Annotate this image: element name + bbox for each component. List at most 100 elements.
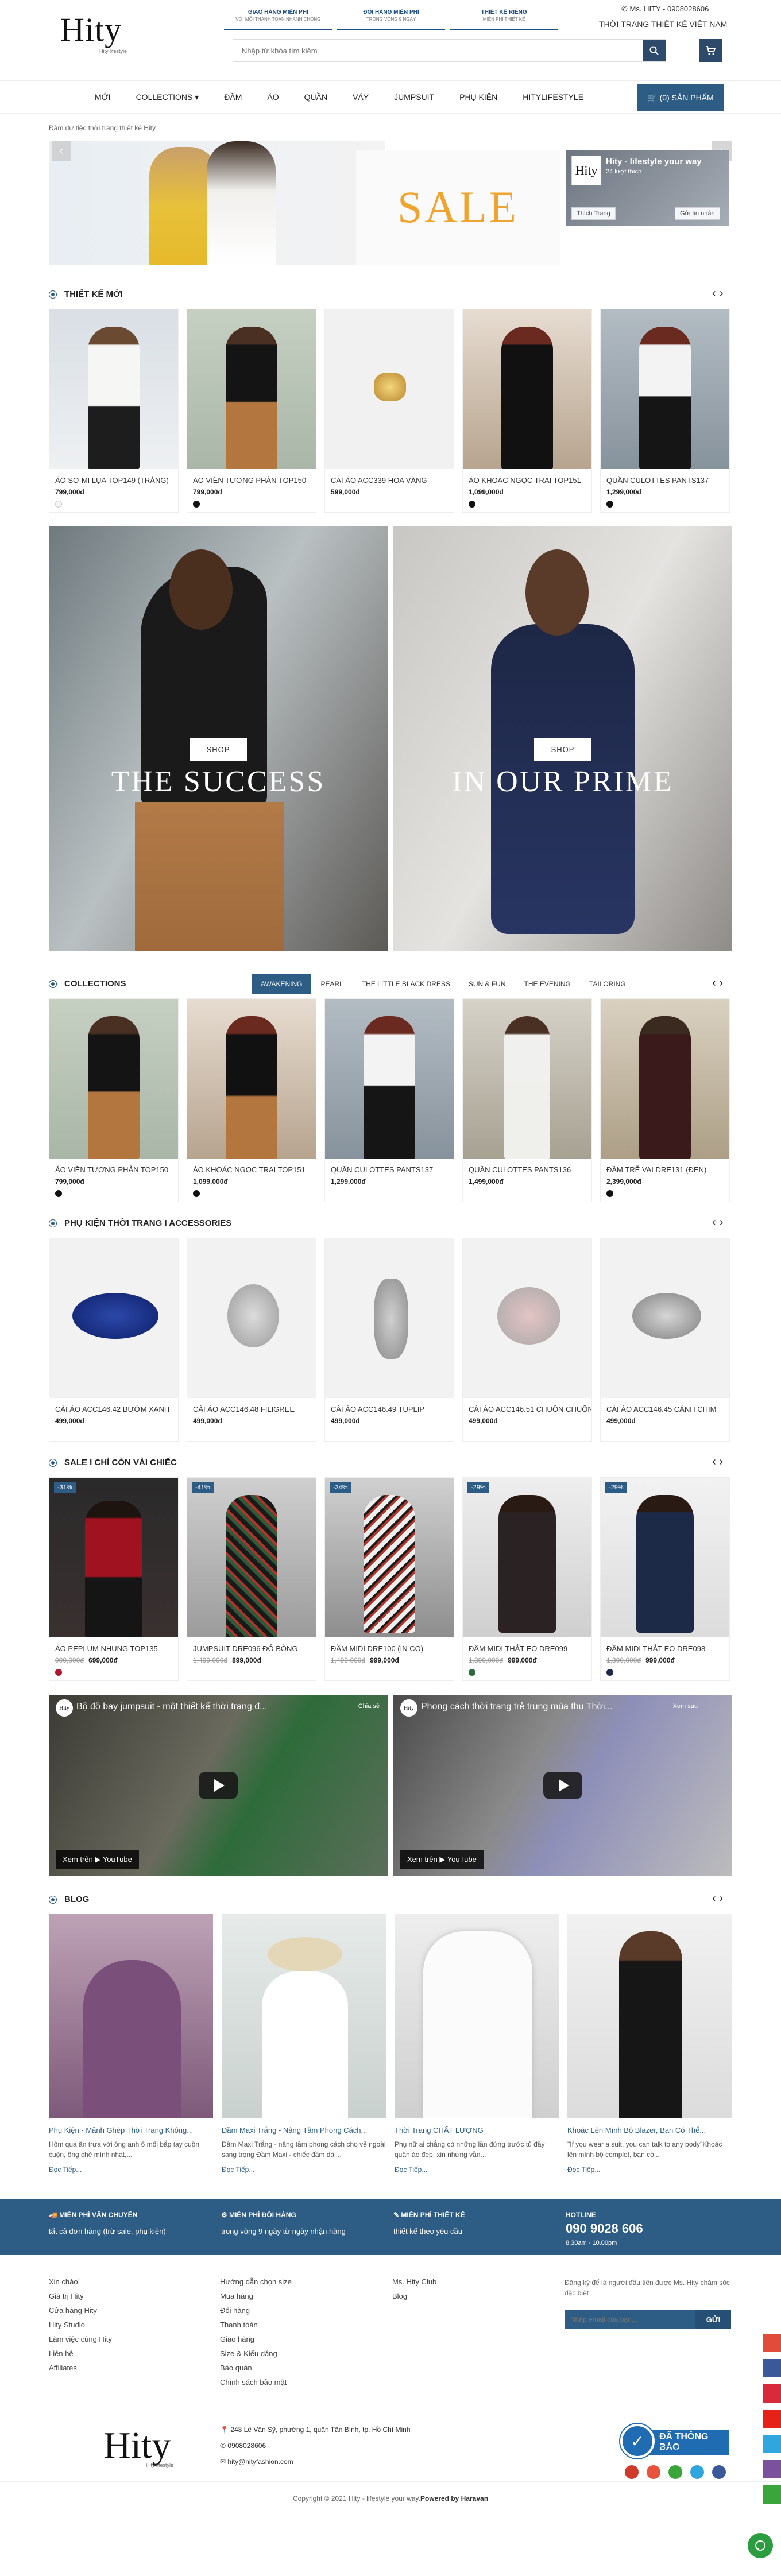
product-card[interactable]: ÁO SƠ MI LỤA TOP149 (TRẮNG) 799,000đ [49,309,179,513]
product-card[interactable]: -41% JUMPSUIT DRE096 ĐỎ BÔNG 1,499,000đ 8… [187,1477,316,1681]
footer-link[interactable]: Liên hệ [49,2349,112,2358]
ministry-badge[interactable]: ĐÃ THÔNG BÁO ✓ BỘ CÔNG THƯƠNG [620,2424,729,2459]
read-more-link[interactable]: Đọc Tiếp... [567,2166,732,2174]
color-swatch[interactable] [606,501,613,508]
product-name[interactable]: ĐẦM TRỄ VAI DRE131 (ĐEN) [601,1159,729,1176]
product-image[interactable]: -31% [49,1478,178,1637]
shop-button[interactable]: SHOP [534,738,591,761]
product-image[interactable] [187,309,316,469]
product-image[interactable]: -29% [601,1478,729,1637]
footer-link[interactable]: Hity Studio [49,2321,112,2329]
carousel-arrows[interactable]: ‹› [712,287,726,300]
hero-banner[interactable]: Đầm dự tiệc thời trang thiết kế Hity SAL… [0,124,781,273]
product-card[interactable]: CÀI ÁO ACC146.45 CÁNH CHIM 499,000đ [600,1238,730,1442]
product-name[interactable]: CÀI ÁO ACC146.42 BƯỚM XANH [49,1398,178,1416]
service-hotline[interactable]: HOTLINE 090 9028 606 8.30am - 10.00pm [566,2211,643,2246]
tab-little-black-dress[interactable]: THE LITTLE BLACK DRESS [353,974,459,994]
channel-avatar[interactable]: Hity [56,1699,73,1717]
product-image[interactable] [601,1238,729,1398]
carousel-arrows[interactable]: ‹› [712,1455,726,1469]
nav-item-dresses[interactable]: ĐẦM [224,92,242,102]
tab-the-evening[interactable]: THE EVENING [515,974,580,994]
carousel-arrows[interactable]: ‹› [712,977,726,990]
product-name[interactable]: QUẦN CULOTTES PANTS137 [601,469,729,487]
product-image[interactable]: -41% [187,1478,316,1637]
product-card[interactable]: CÀI ÁO ACC146.48 FILIGREE 499,000đ [187,1238,316,1442]
tab-sun-fun[interactable]: SUN & FUN [459,974,515,994]
nav-item-jumpsuit[interactable]: JUMPSUIT [394,92,434,102]
search-input[interactable] [233,40,635,61]
product-card[interactable]: CÀI ÁO ACC339 HOA VÀNG 599,000đ [324,309,454,513]
channel-avatar[interactable]: Hity [400,1699,417,1717]
product-name[interactable]: ÁO KHOÁC NGỌC TRAI TOP151 [463,469,591,487]
read-more-link[interactable]: Đọc Tiếp... [49,2166,213,2174]
play-icon[interactable] [543,1771,582,1799]
watch-on-youtube[interactable]: Xem trên ▶ YouTube [56,1850,139,1869]
search-button[interactable] [643,40,666,61]
video-jumpsuit[interactable]: Hity Bộ đồ bay jumpsuit - một thiết kế t… [49,1695,388,1876]
product-card[interactable]: CÀI ÁO ACC146.42 BƯỚM XANH 499,000đ [49,1238,179,1442]
footer-link[interactable]: Size & Kiểu dáng [220,2349,292,2358]
youtube-icon[interactable] [625,2465,639,2479]
product-card[interactable]: -31% ÁO PEPLUM NHUNG TOP135 999,000đ 699,… [49,1477,179,1681]
footer-link[interactable]: Làm việc cùng Hity [49,2335,112,2343]
pinterest-icon[interactable] [668,2465,682,2479]
product-card[interactable]: QUẦN CULOTTES PANTS137 1,299,000đ [324,998,454,1202]
product-name[interactable]: ĐẦM MIDI THẮT EO DRE099 [463,1637,591,1655]
nav-item-tops[interactable]: ÁO [267,92,279,102]
play-icon[interactable] [199,1771,238,1799]
blog-title[interactable]: Khoác Lên Mình Bộ Blazer, Bạn Có Thể... [567,2126,732,2135]
footer-link[interactable]: Hướng dẫn chọn size [220,2277,292,2286]
product-card[interactable]: -29% ĐẦM MIDI THẮT EO DRE098 1,399,000đ 9… [600,1477,730,1681]
product-name[interactable]: JUMPSUIT DRE096 ĐỎ BÔNG [187,1637,316,1655]
product-name[interactable]: CÀI ÁO ACC146.51 CHUỒN CHUỒN [463,1398,591,1416]
video-title[interactable]: Phong cách thời trang trẻ trung mùa thu … [421,1702,662,1712]
footer-link[interactable]: Affiliates [49,2364,112,2372]
footer-link[interactable]: Mua hàng [220,2292,292,2300]
fb-page-name[interactable]: Hity - lifestyle your way [606,157,702,166]
blog-post[interactable]: Thời Trang CHẤT LƯỢNG Phụ nữ ai chẳng có… [395,1914,559,2174]
product-card[interactable]: -29% ĐẦM MIDI THẮT EO DRE099 1,399,000đ 9… [462,1477,592,1681]
footer-link[interactable]: Cửa hàng Hity [49,2306,112,2315]
facebook-icon[interactable] [763,2359,781,2377]
blog-post[interactable]: Khoác Lên Mình Bộ Blazer, Bạn Có Thể... … [567,1914,732,2174]
product-image[interactable] [463,1238,591,1398]
product-card[interactable]: -34% ĐẦM MIDI DRE100 (IN CỌ) 1,499,000đ 9… [324,1477,454,1681]
blog-image[interactable] [395,1914,559,2118]
footer-link[interactable]: Chính sách bảo mật [220,2378,292,2387]
google-plus-icon[interactable] [647,2465,660,2479]
footer-link[interactable]: Ms. Hity Club [392,2277,436,2286]
product-card[interactable]: CÀI ÁO ACC146.51 CHUỒN CHUỒN 499,000đ [462,1238,592,1442]
chat-button[interactable] [748,2533,773,2558]
product-image[interactable] [49,309,178,469]
blog-image[interactable] [567,1914,732,2118]
video-autumn-style[interactable]: Hity Phong cách thời trang trẻ trung mùa… [393,1695,732,1876]
pinterest-icon[interactable] [763,2384,781,2403]
product-card[interactable]: QUẦN CULOTTES PANTS137 1,299,000đ [600,309,730,513]
promo-the-success[interactable]: SHOP THE SUCCESS [49,526,388,951]
product-card[interactable]: ĐẦM TRỄ VAI DRE131 (ĐEN) 2,399,000đ [600,998,730,1202]
product-name[interactable]: ĐẦM MIDI THẮT EO DRE098 [601,1637,729,1655]
product-name[interactable]: ÁO SƠ MI LỤA TOP149 (TRẮNG) [49,469,178,487]
color-swatch[interactable] [469,1669,475,1676]
color-swatch[interactable] [55,1190,62,1197]
product-image[interactable] [49,1238,178,1398]
product-image[interactable] [325,1238,454,1398]
color-swatch[interactable] [55,1669,62,1676]
product-name[interactable]: QUẦN CULOTTES PANTS137 [325,1159,454,1176]
product-image[interactable]: -29% [463,1478,591,1637]
color-swatch[interactable] [193,501,200,508]
blog-title[interactable]: Thời Trang CHẤT LƯỢNG [395,2126,559,2135]
google-plus-icon[interactable] [763,2334,781,2352]
blog-title[interactable]: Đầm Maxi Trắng - Nâng Tầm Phong Cách... [222,2126,386,2135]
product-card[interactable]: ÁO KHOÁC NGỌC TRAI TOP151 1,099,000đ [187,998,316,1202]
footer-link[interactable]: Xin chào! [49,2277,112,2286]
blog-image[interactable] [49,1914,213,2118]
product-name[interactable]: CÀI ÁO ACC339 HOA VÀNG [325,469,454,487]
product-name[interactable]: CÀI ÁO ACC146.45 CÁNH CHIM [601,1398,729,1416]
footer-link[interactable]: Giá trị Hity [49,2292,112,2300]
watch-on-youtube[interactable]: Xem trên ▶ YouTube [400,1850,484,1869]
shop-button[interactable]: SHOP [190,738,247,761]
product-name[interactable]: CÀI ÁO ACC146.48 FILIGREE [187,1398,316,1416]
product-image[interactable] [463,309,591,469]
